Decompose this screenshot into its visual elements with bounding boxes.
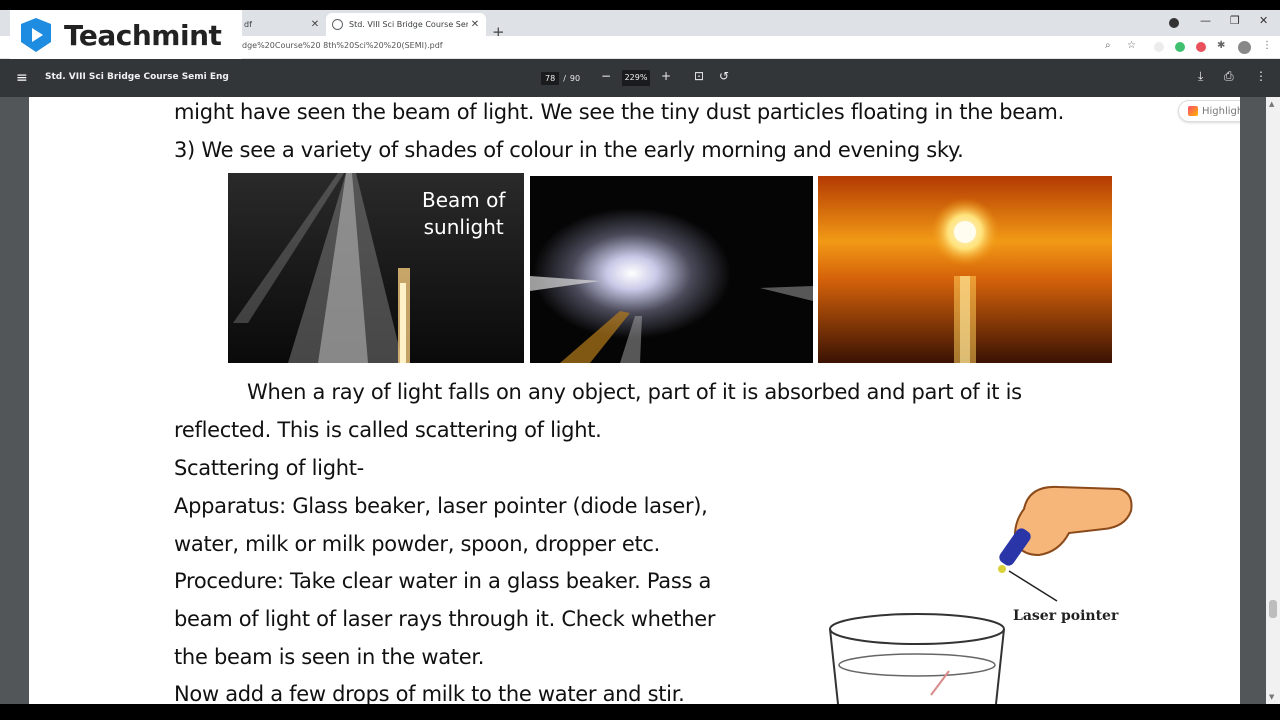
- zoom-out-icon[interactable]: −: [601, 69, 611, 83]
- text-line: water, milk or milk powder, spoon, dropp…: [174, 532, 660, 556]
- print-icon[interactable]: ⎙: [1224, 69, 1234, 84]
- puzzle-icon[interactable]: ✱: [1217, 40, 1225, 51]
- tab-title: Std. VIII Sci Bridge Course Semi: [349, 20, 468, 29]
- close-icon[interactable]: ✕: [308, 19, 322, 30]
- text-line: Now add a few drops of milk to the water…: [174, 682, 685, 704]
- url-text[interactable]: dge%20Course%20 8th%20Sci%20%20(SEMI).pd…: [242, 41, 443, 50]
- headlights-image: [530, 176, 813, 363]
- globe-icon: [332, 19, 343, 30]
- zoom-icon[interactable]: ⌕: [1105, 40, 1111, 51]
- text-line: might have seen the beam of light. We se…: [174, 100, 1064, 124]
- text-line: reflected. This is called scattering of …: [174, 418, 602, 442]
- extension-icon[interactable]: [1154, 42, 1164, 52]
- page-separator: /: [563, 73, 566, 83]
- document-title: Std. VIII Sci Bridge Course Semi Eng: [45, 72, 229, 82]
- beam-label-line: sunlight: [423, 215, 504, 239]
- sunset-image: [818, 176, 1112, 363]
- total-pages: 90: [569, 73, 581, 83]
- section-heading: Scattering of light-: [174, 456, 364, 480]
- page-indicator: 78 / 90: [541, 70, 580, 86]
- scrollbar-thumb[interactable]: [1269, 600, 1277, 618]
- text-line: When a ray of light falls on any object,…: [247, 380, 1022, 404]
- beam-label-line: Beam of: [422, 188, 506, 212]
- beam-of-sunlight-photo: Beam of sunlight: [228, 173, 524, 363]
- headlights-photo: [530, 176, 813, 363]
- text-line: Procedure: Take clear water in a glass b…: [174, 569, 712, 593]
- zoom-input[interactable]: 229%: [622, 70, 650, 86]
- laser-beaker-illustration: [829, 485, 1133, 704]
- pdf-toolbar: ≡ Std. VIII Sci Bridge Course Semi Eng 7…: [0, 59, 1280, 97]
- scroll-down-icon[interactable]: ▼: [1269, 693, 1274, 701]
- sunset-photo: [818, 176, 1112, 363]
- menu-icon[interactable]: ≡: [16, 70, 28, 86]
- bottom-band: [0, 704, 1280, 720]
- restore-icon[interactable]: ❐: [1230, 14, 1240, 27]
- fit-page-icon[interactable]: ⊡: [694, 69, 704, 83]
- minimize-icon[interactable]: —: [1200, 14, 1211, 27]
- download-icon[interactable]: ⤓: [1198, 69, 1203, 84]
- tab-search-icon[interactable]: [1169, 18, 1179, 28]
- window-close-icon[interactable]: ✕: [1259, 14, 1268, 27]
- text-line: 3) We see a variety of shades of colour …: [174, 138, 964, 162]
- vertical-scrollbar[interactable]: ▲ ▼: [1266, 97, 1280, 704]
- extension-icon[interactable]: [1175, 42, 1185, 52]
- beam-label: Beam of sunlight: [422, 187, 505, 241]
- tab-title: df: [244, 20, 252, 29]
- highlight-label: Highlight: [1202, 105, 1240, 117]
- avatar[interactable]: [1238, 41, 1251, 54]
- rotate-icon[interactable]: ↺: [719, 69, 729, 83]
- top-band: [0, 0, 1280, 10]
- laser-pointer-label: Laser pointer: [1013, 608, 1119, 624]
- more-vert-icon[interactable]: ⋮: [1255, 69, 1267, 83]
- extension-icon[interactable]: [1196, 42, 1206, 52]
- bookmark-star-icon[interactable]: ☆: [1127, 40, 1136, 51]
- highlighter-icon: [1188, 106, 1198, 116]
- pdf-viewer[interactable]: might have seen the beam of light. We se…: [0, 97, 1280, 704]
- more-vert-icon[interactable]: ⋮: [1262, 40, 1272, 51]
- close-icon[interactable]: ✕: [468, 19, 482, 30]
- page-number-input[interactable]: 78: [541, 71, 560, 85]
- browser-tab-active[interactable]: Std. VIII Sci Bridge Course Semi ✕: [326, 13, 486, 36]
- teachmint-logo: Teachmint: [10, 10, 242, 60]
- text-line: beam of light of laser rays through it. …: [174, 607, 716, 631]
- logo-text: Teachmint: [64, 18, 222, 52]
- browser-tab[interactable]: df ✕: [238, 13, 326, 36]
- text-line: the beam is seen in the water.: [174, 645, 485, 669]
- zoom-in-icon[interactable]: +: [661, 69, 671, 83]
- text-line: Apparatus: Glass beaker, laser pointer (…: [174, 494, 708, 518]
- teachmint-logo-icon: [21, 18, 51, 52]
- scroll-up-icon[interactable]: ▲: [1269, 100, 1274, 108]
- highlight-button[interactable]: Highlight: [1178, 100, 1240, 122]
